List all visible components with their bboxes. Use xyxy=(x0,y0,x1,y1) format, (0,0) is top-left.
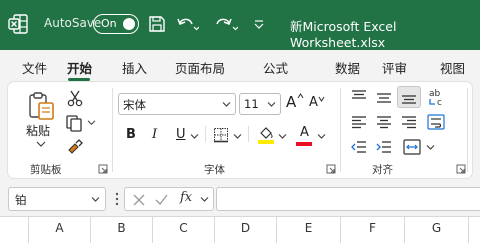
bold-button[interactable]: B xyxy=(126,127,136,142)
chevron-down-icon xyxy=(222,102,231,107)
autosave-state: On xyxy=(101,17,117,30)
tab-formulas[interactable]: 公式 xyxy=(263,58,288,77)
tab-review[interactable]: 评审 xyxy=(382,58,407,77)
font-size-value: 11 xyxy=(244,97,259,111)
column-header-c[interactable]: C xyxy=(152,217,214,243)
column-header-b[interactable]: B xyxy=(90,217,152,243)
underline-dropdown-icon[interactable] xyxy=(190,133,199,140)
customize-toolbar-icon[interactable] xyxy=(252,16,266,30)
grow-font-button[interactable]: A xyxy=(286,93,296,111)
align-center-icon[interactable] xyxy=(376,115,392,129)
formula-input[interactable] xyxy=(216,187,480,211)
tab-insert[interactable]: 插入 xyxy=(122,58,147,77)
fill-color-dropdown-icon[interactable] xyxy=(278,133,287,140)
ribbon: 粘贴 剪贴板 宋体 11 A A B I U A 字体 ab c 对齐 xyxy=(0,82,480,180)
confirm-icon[interactable] xyxy=(155,194,168,206)
chevron-down-icon xyxy=(267,102,276,107)
clipboard-group-label: 剪贴板 xyxy=(30,164,62,176)
title-bar: AutoSave On 新Microsoft Excel Worksheet.x… xyxy=(0,0,480,50)
chevron-down-icon[interactable] xyxy=(200,196,209,203)
more-vertical-icon[interactable] xyxy=(114,192,120,206)
alignment-group-label: 对齐 xyxy=(372,164,393,176)
merge-center-icon[interactable] xyxy=(403,139,421,155)
align-bottom-button[interactable] xyxy=(397,86,421,108)
svg-text:c: c xyxy=(437,98,442,108)
group-separator xyxy=(467,88,468,172)
paste-label[interactable]: 粘贴 xyxy=(26,122,50,139)
fill-color-icon[interactable] xyxy=(257,125,275,145)
orientation-icon[interactable]: ab c xyxy=(426,86,448,108)
font-color-dropdown-icon[interactable] xyxy=(317,133,326,140)
copy-dropdown-icon[interactable] xyxy=(87,119,96,126)
decrease-indent-icon[interactable] xyxy=(351,140,367,154)
formula-bar: 铂 fx xyxy=(0,180,480,216)
name-box-value: 铂 xyxy=(15,193,27,207)
font-color-swatch xyxy=(296,142,312,146)
column-header-a[interactable]: A xyxy=(28,217,90,243)
wrap-text-icon[interactable] xyxy=(427,114,445,130)
grow-arrow-icon xyxy=(297,93,304,99)
increase-indent-icon[interactable] xyxy=(376,140,392,154)
name-box[interactable]: 铂 xyxy=(8,187,106,211)
excel-logo-icon xyxy=(8,14,28,34)
borders-icon[interactable] xyxy=(213,127,229,143)
align-middle-icon[interactable] xyxy=(376,91,392,105)
select-all-corner[interactable] xyxy=(0,217,28,243)
align-top-icon[interactable] xyxy=(351,89,367,103)
save-icon[interactable] xyxy=(147,14,167,34)
insert-function-button[interactable]: fx xyxy=(180,190,192,205)
tab-home[interactable]: 开始 xyxy=(67,58,92,77)
column-header-g[interactable]: G xyxy=(404,217,468,243)
column-header-f[interactable]: F xyxy=(340,217,404,243)
clipboard-launcher-icon[interactable] xyxy=(98,164,108,174)
group-separator xyxy=(112,88,113,172)
shrink-font-button[interactable]: A xyxy=(309,95,318,110)
align-right-icon[interactable] xyxy=(401,115,417,129)
ribbon-tabs: 文件 开始 插入 页面布局 公式 数据 评审 视图 xyxy=(0,50,480,82)
align-bottom-icon xyxy=(402,95,416,104)
font-size-combo[interactable]: 11 xyxy=(239,93,281,115)
copy-icon[interactable] xyxy=(65,114,83,132)
undo-icon[interactable] xyxy=(175,14,199,34)
autosave-toggle[interactable]: On xyxy=(93,14,139,34)
tab-page-layout[interactable]: 页面布局 xyxy=(175,58,225,77)
font-name-value: 宋体 xyxy=(123,98,146,112)
formula-actions: fx xyxy=(124,187,214,211)
tab-data[interactable]: 数据 xyxy=(335,58,360,77)
group-separator xyxy=(340,88,341,172)
italic-button[interactable]: I xyxy=(152,127,157,142)
underline-button[interactable]: U xyxy=(176,127,186,142)
active-tab-indicator xyxy=(68,78,90,81)
column-header-partial[interactable] xyxy=(468,217,480,243)
column-headers: A B C D E F G xyxy=(0,216,480,243)
document-title: 新Microsoft Excel Worksheet.xlsx xyxy=(290,19,397,50)
borders-dropdown-icon[interactable] xyxy=(233,133,242,140)
chevron-down-icon[interactable] xyxy=(91,196,100,203)
column-header-e[interactable]: E xyxy=(276,217,340,243)
home-ribbon-panel: 粘贴 剪贴板 宋体 11 A A B I U A 字体 ab c 对齐 xyxy=(8,82,472,178)
toggle-knob xyxy=(123,18,135,30)
divider xyxy=(205,126,206,142)
font-group-label: 字体 xyxy=(204,164,225,176)
align-left-icon[interactable] xyxy=(351,115,367,129)
paste-icon[interactable] xyxy=(26,90,58,122)
cancel-icon[interactable] xyxy=(133,194,145,206)
shrink-arrow-icon xyxy=(318,96,325,102)
tab-view[interactable]: 视图 xyxy=(440,58,465,77)
paste-dropdown-icon[interactable] xyxy=(36,140,46,148)
cut-icon[interactable] xyxy=(66,89,84,107)
redo-icon[interactable] xyxy=(214,14,238,34)
font-name-combo[interactable]: 宋体 xyxy=(118,93,236,115)
alignment-launcher-icon[interactable] xyxy=(456,164,466,174)
merge-dropdown-icon[interactable] xyxy=(426,144,435,151)
font-launcher-icon[interactable] xyxy=(326,164,336,174)
format-painter-icon[interactable] xyxy=(66,138,84,156)
tab-file[interactable]: 文件 xyxy=(22,58,47,77)
divider xyxy=(248,126,249,142)
font-color-button[interactable]: A xyxy=(300,125,309,140)
column-header-d[interactable]: D xyxy=(214,217,276,243)
